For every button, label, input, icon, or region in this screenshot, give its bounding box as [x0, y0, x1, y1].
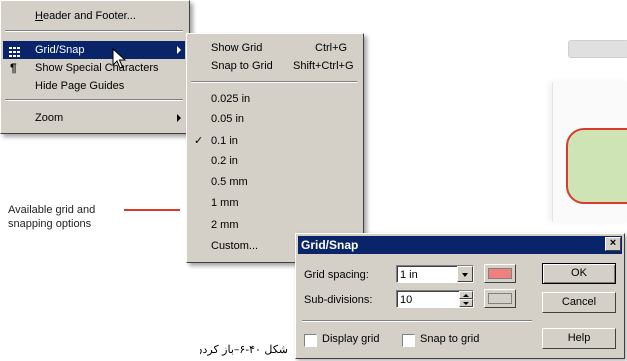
help-button[interactable]: Help	[542, 328, 616, 349]
menu-item-zoom[interactable]: Zoom	[3, 109, 185, 127]
option-label: 0.1 in	[211, 135, 238, 147]
option-label: 1 mm	[211, 197, 239, 209]
subdivisions-input[interactable]: 10	[396, 290, 474, 308]
caption-text: شکل ۴۰-۶–باز کردن نوارهای مختلف Snap/	[200, 343, 288, 356]
dialog-title-bar[interactable]: Grid/Snap	[298, 236, 622, 254]
submenu-option[interactable]: 0.5 mm	[189, 173, 359, 191]
grid-color-button[interactable]	[484, 264, 516, 283]
display-grid-label: Display grid	[322, 333, 380, 345]
grid-color-swatch	[488, 268, 512, 279]
submenu-item-label: Show Grid	[211, 42, 263, 54]
background-toolbar-strip	[568, 40, 627, 58]
shortcut-label: Ctrl+G	[315, 42, 348, 54]
menu-separator	[191, 81, 357, 83]
grid-snap-submenu: Show Grid Ctrl+G Snap to Grid Shift+Ctrl…	[186, 33, 364, 263]
figure-caption: شکل ۴۰-۶–باز کردن نوارهای مختلف Snap/	[200, 340, 288, 361]
grid-snap-dialog: Grid/Snap × Grid spacing: 1 in Sub-divis…	[295, 233, 625, 359]
spinner-up-button[interactable]	[459, 291, 473, 299]
close-icon: ×	[609, 237, 617, 249]
help-label: Help	[567, 332, 591, 344]
submenu-item-show-grid[interactable]: Show Grid Ctrl+G	[189, 39, 359, 57]
grid-spacing-select[interactable]: 1 in	[396, 265, 474, 283]
chevron-down-icon	[463, 302, 469, 305]
ok-button[interactable]: OK	[542, 263, 616, 284]
dialog-title: Grid/Snap	[301, 238, 359, 252]
menu-item-label: Hide Page Guides	[35, 80, 125, 92]
chevron-up-icon	[463, 294, 469, 297]
cancel-button[interactable]: Cancel	[542, 292, 616, 313]
view-menu: Header and Footer... Grid/Snap ¶ Show Sp…	[0, 0, 190, 134]
submenu-option[interactable]: 0.2 in	[189, 152, 359, 170]
menu-item-label: Grid/Snap	[35, 44, 85, 56]
callout-label: Available grid and snapping options	[8, 203, 128, 231]
submenu-option[interactable]: 2 mm	[189, 216, 359, 234]
shortcut-label: Shift+Ctrl+G	[293, 60, 354, 72]
snap-to-grid-label: Snap to grid	[420, 333, 480, 345]
option-label: 0.5 mm	[211, 176, 248, 188]
menu-item-grid-snap[interactable]: Grid/Snap	[3, 41, 185, 59]
subdivision-color-swatch	[488, 293, 512, 304]
checkmark-icon: ✓	[194, 135, 204, 147]
option-label: 0.025 in	[211, 93, 251, 105]
submenu-item-label: Snap to Grid	[211, 60, 273, 72]
cancel-label: Cancel	[561, 296, 597, 308]
rounded-shape[interactable]	[566, 128, 627, 204]
callout-leader-line	[124, 209, 180, 211]
display-grid-checkbox[interactable]	[304, 334, 317, 347]
subdivisions-value: 10	[400, 294, 413, 306]
subdivision-color-button[interactable]	[484, 289, 516, 308]
chevron-down-icon	[462, 273, 468, 277]
spinner-down-button[interactable]	[459, 299, 473, 307]
option-label: 0.2 in	[211, 155, 238, 167]
option-label: 0.05 in	[211, 113, 245, 125]
grid-spacing-value: 1 in	[400, 269, 418, 281]
dialog-divider	[302, 320, 532, 322]
submenu-option[interactable]: ✓ 0.1 in	[189, 132, 359, 150]
subdivisions-label: Sub-divisions:	[304, 294, 373, 306]
submenu-item-snap-to-grid[interactable]: Snap to Grid Shift+Ctrl+G	[189, 57, 359, 75]
menu-item-hide-page-guides[interactable]: Hide Page Guides	[3, 77, 185, 95]
mouse-cursor-icon	[112, 47, 127, 70]
menu-item-label: Zoom	[35, 112, 64, 124]
menu-separator	[5, 99, 183, 101]
menu-item-header-footer[interactable]: Header and Footer...	[3, 7, 185, 25]
menu-item-show-special-characters[interactable]: ¶ Show Special Characters	[3, 59, 185, 77]
submenu-option[interactable]: 1 mm	[189, 194, 359, 212]
option-label: Custom...	[211, 240, 259, 252]
submenu-arrow-icon	[177, 46, 181, 54]
snap-to-grid-checkbox[interactable]	[402, 334, 415, 347]
menu-separator	[5, 30, 183, 32]
callout-line: snapping options	[8, 218, 92, 230]
submenu-arrow-icon	[177, 114, 181, 122]
dropdown-button[interactable]	[457, 266, 473, 282]
option-label: 2 mm	[211, 219, 239, 231]
ok-label: OK	[571, 267, 587, 279]
menu-item-label: Header and Footer...	[35, 10, 136, 22]
callout-line: Available grid and	[8, 204, 96, 216]
grid-spacing-label: Grid spacing:	[304, 269, 369, 281]
close-button[interactable]: ×	[605, 237, 621, 251]
pilcrow-icon: ¶	[10, 61, 17, 75]
grid-icon	[9, 45, 20, 57]
submenu-option[interactable]: 0.05 in	[189, 110, 359, 128]
menu-item-label: Show Special Characters	[35, 62, 159, 74]
submenu-option[interactable]: 0.025 in	[189, 90, 359, 108]
